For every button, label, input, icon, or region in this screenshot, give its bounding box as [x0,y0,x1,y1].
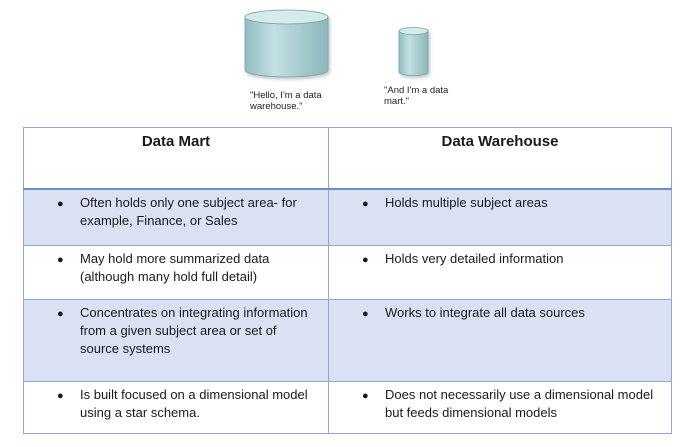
warehouse-text: Holds multiple subject areas [385,194,548,210]
mart-text: Is built focused on a dimensional model … [80,387,308,420]
warehouse-caption: "Hello, I'm a data warehouse." [250,90,322,112]
bullet-icon: ● [57,308,64,320]
mart-cell: ● Often holds only one subject area- for … [23,188,329,246]
warehouse-cell: ● Holds multiple subject areas [328,188,672,246]
mart-text: May hold more summarized data (although … [80,251,270,284]
data-warehouse-cylinder [244,9,329,78]
illustration: "Hello, I'm a data warehouse." "And I'm … [0,0,698,125]
warehouse-text: Does not necessarily use a dimensional m… [385,387,654,420]
header-data-mart: Data Mart [23,127,329,190]
warehouse-text: Works to integrate all data sources [385,305,585,320]
bullet-icon: ● [57,254,64,266]
bullet-icon: ● [362,390,369,402]
warehouse-text: Holds very detailed information [385,251,564,266]
mart-text: Often holds only one subject area- for e… [80,194,297,228]
mart-caption: "And I'm a data mart." [384,85,449,107]
table-row: ● Concentrates on integrating information… [23,299,672,382]
bullet-icon: ● [362,197,369,210]
table-row: ● Is built focused on a dimensional model… [23,381,672,434]
comparison-table: Data Mart Data Warehouse ● Often holds on… [23,127,672,434]
warehouse-cell: ● Does not necessarily use a dimensional … [328,381,672,434]
header-row: Data Mart Data Warehouse [23,127,672,190]
mart-cell: ● Is built focused on a dimensional model… [23,381,329,434]
header-data-warehouse: Data Warehouse [328,127,672,190]
bullet-icon: ● [362,308,369,320]
warehouse-cell: ● Holds very detailed information [328,245,672,300]
data-mart-cylinder [398,27,429,76]
warehouse-cell: ● Works to integrate all data sources [328,299,672,382]
table-row: ● Often holds only one subject area- for … [23,188,672,246]
mart-text: Concentrates on integrating information … [80,305,308,356]
bullet-icon: ● [362,254,369,266]
mart-cell: ● Concentrates on integrating information… [23,299,329,382]
bullet-icon: ● [57,197,64,210]
table-row: ● May hold more summarized data (although… [23,245,672,300]
mart-cell: ● May hold more summarized data (although… [23,245,329,300]
bullet-icon: ● [57,390,64,402]
